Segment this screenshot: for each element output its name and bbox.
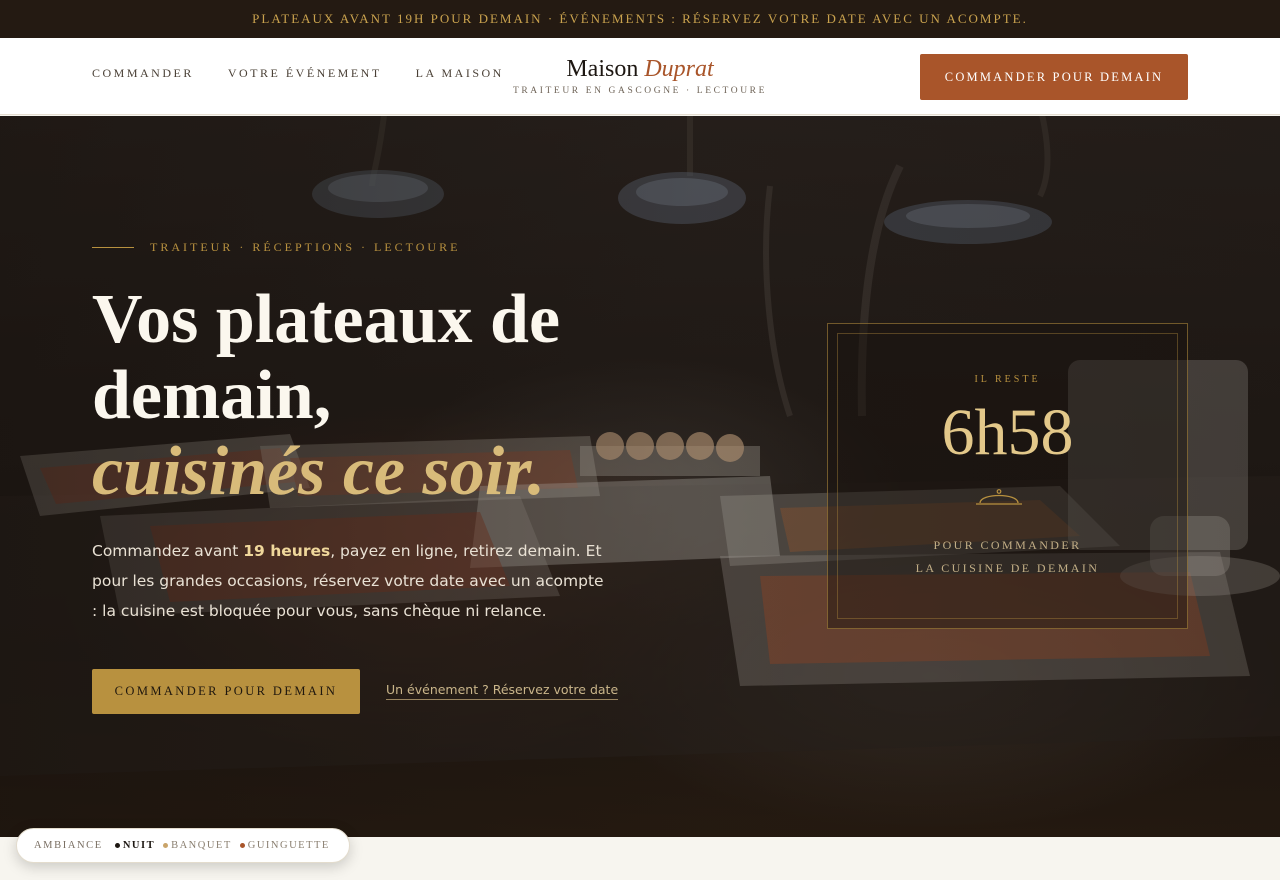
countdown-caption: POUR COMMANDER LA CUISINE DE DEMAIN	[828, 534, 1187, 580]
hero-order-button[interactable]: COMMANDER POUR DEMAIN	[92, 669, 360, 714]
countdown-label: IL RESTE	[974, 374, 1041, 385]
logo[interactable]: Maison Duprat TRAITEUR EN GASCOGNE · LEC…	[508, 54, 772, 96]
event-booking-link[interactable]: Un événement ? Réservez votre date	[386, 682, 619, 700]
ambiance-option-label: BANQUET	[171, 840, 232, 851]
hero-lede: Commandez avant 19 heures, payez en lign…	[92, 536, 612, 626]
ambiance-dot-banquet	[163, 843, 169, 848]
lede-before: Commandez avant	[92, 542, 244, 560]
eyebrow-text: TRAITEUR · RÉCEPTIONS · LECTOURE	[150, 240, 461, 254]
eyebrow-rule	[92, 247, 134, 248]
nav-item-votre-evenement[interactable]: VOTRE ÉVÉNEMENT	[228, 66, 382, 81]
ambiance-switcher: AMBIANCE NUIT BANQUET GUINGUETTE	[16, 828, 350, 863]
countdown-caption-line2: LA CUISINE DE DEMAIN	[915, 561, 1100, 575]
hero-headline: Vos plateaux de demain, cuisinés ce soir…	[92, 282, 652, 510]
logo-name: Maison	[566, 56, 639, 82]
logo-wordmark: Maison Duprat	[508, 54, 772, 84]
hero: TRAITEUR · RÉCEPTIONS · LECTOURE Vos pla…	[0, 116, 1280, 837]
ambiance-dot-guinguette	[239, 843, 245, 848]
headline-line1: Vos plateaux de	[92, 281, 561, 358]
announcement-bar: PLATEAUX AVANT 19H POUR DEMAIN · ÉVÉNEME…	[0, 0, 1280, 38]
cloche-icon	[976, 489, 1022, 505]
headline-accent: cuisinés ce soir.	[92, 433, 546, 510]
main-nav: COMMANDER VOTRE ÉVÉNEMENT LA MAISON	[92, 66, 504, 81]
ambiance-option-guinguette[interactable]: GUINGUETTE	[239, 840, 330, 851]
ambiance-title: AMBIANCE	[34, 840, 103, 851]
countdown-caption-line1: POUR COMMANDER	[933, 538, 1082, 552]
nav-item-la-maison[interactable]: LA MAISON	[416, 66, 504, 81]
nav-item-commander[interactable]: COMMANDER	[92, 66, 194, 81]
countdown-value: 6h58	[941, 396, 1074, 469]
order-countdown: IL RESTE 6h58 POUR COMMANDER LA CUISINE …	[827, 323, 1188, 629]
ambiance-option-banquet[interactable]: BANQUET	[163, 840, 232, 851]
ambiance-option-nuit[interactable]: NUIT	[114, 840, 156, 851]
headline-line2: demain,	[92, 357, 332, 434]
header-order-button[interactable]: COMMANDER POUR DEMAIN	[920, 54, 1188, 100]
ambiance-option-label: NUIT	[122, 840, 156, 851]
logo-name-accent: Duprat	[644, 56, 714, 82]
lede-highlight: 19 heures	[243, 542, 331, 560]
site-header: COMMANDER VOTRE ÉVÉNEMENT LA MAISON Mais…	[0, 38, 1280, 115]
ambiance-option-label: GUINGUETTE	[247, 840, 330, 851]
ambiance-dot-nuit	[114, 843, 120, 848]
hero-eyebrow: TRAITEUR · RÉCEPTIONS · LECTOURE	[92, 240, 460, 255]
announcement-text: PLATEAUX AVANT 19H POUR DEMAIN · ÉVÉNEME…	[252, 11, 1028, 26]
logo-tagline: TRAITEUR EN GASCOGNE · LECTOURE	[512, 86, 768, 96]
